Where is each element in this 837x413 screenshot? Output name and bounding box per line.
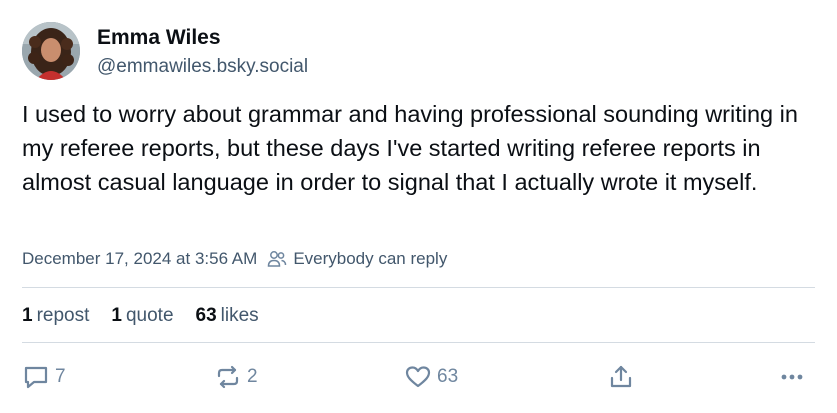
like-stat[interactable]: 63 likes bbox=[196, 305, 259, 327]
repost-button[interactable]: 2 bbox=[214, 364, 258, 390]
author-handle[interactable]: @emmawiles.bsky.social bbox=[97, 56, 308, 78]
like-count: 63 bbox=[437, 366, 459, 387]
share-button[interactable] bbox=[607, 364, 635, 390]
repost-stat-label: repost bbox=[36, 305, 90, 326]
divider bbox=[22, 287, 815, 288]
author-name[interactable]: Emma Wiles bbox=[97, 26, 221, 50]
share-icon bbox=[610, 365, 632, 388]
repost-count: 2 bbox=[247, 366, 258, 387]
avatar[interactable] bbox=[22, 22, 80, 80]
reply-setting: Everybody can reply bbox=[293, 249, 448, 268]
post-meta: December 17, 2024 at 3:56 AM Everybody c… bbox=[22, 249, 447, 269]
like-button[interactable]: 63 bbox=[404, 364, 458, 390]
reply-button[interactable]: 7 bbox=[22, 364, 66, 390]
quote-stat-label: quote bbox=[125, 305, 174, 326]
quote-stat-count: 1 bbox=[111, 305, 122, 326]
reply-count: 7 bbox=[55, 366, 66, 387]
divider bbox=[22, 342, 815, 343]
avatar-image bbox=[22, 22, 80, 80]
people-icon bbox=[267, 250, 287, 268]
like-stat-count: 63 bbox=[195, 305, 217, 326]
post-timestamp[interactable]: December 17, 2024 at 3:56 AM bbox=[22, 249, 257, 269]
post-card: Emma Wiles @emmawiles.bsky.social I used… bbox=[0, 0, 837, 413]
heart-icon bbox=[405, 366, 431, 388]
comment-icon bbox=[24, 366, 48, 389]
like-stat-label: likes bbox=[220, 305, 259, 326]
ellipsis-icon bbox=[781, 374, 803, 380]
repost-stat[interactable]: 1 repost bbox=[22, 305, 89, 327]
repost-stat-count: 1 bbox=[22, 305, 33, 326]
repost-icon bbox=[217, 365, 239, 389]
more-options-button[interactable] bbox=[778, 364, 806, 390]
quote-stat[interactable]: 1 quote bbox=[111, 305, 173, 327]
engagement-stats: 1 repost 1 quote 63 likes bbox=[22, 305, 281, 327]
post-text: I used to worry about grammar and having… bbox=[22, 101, 798, 195]
